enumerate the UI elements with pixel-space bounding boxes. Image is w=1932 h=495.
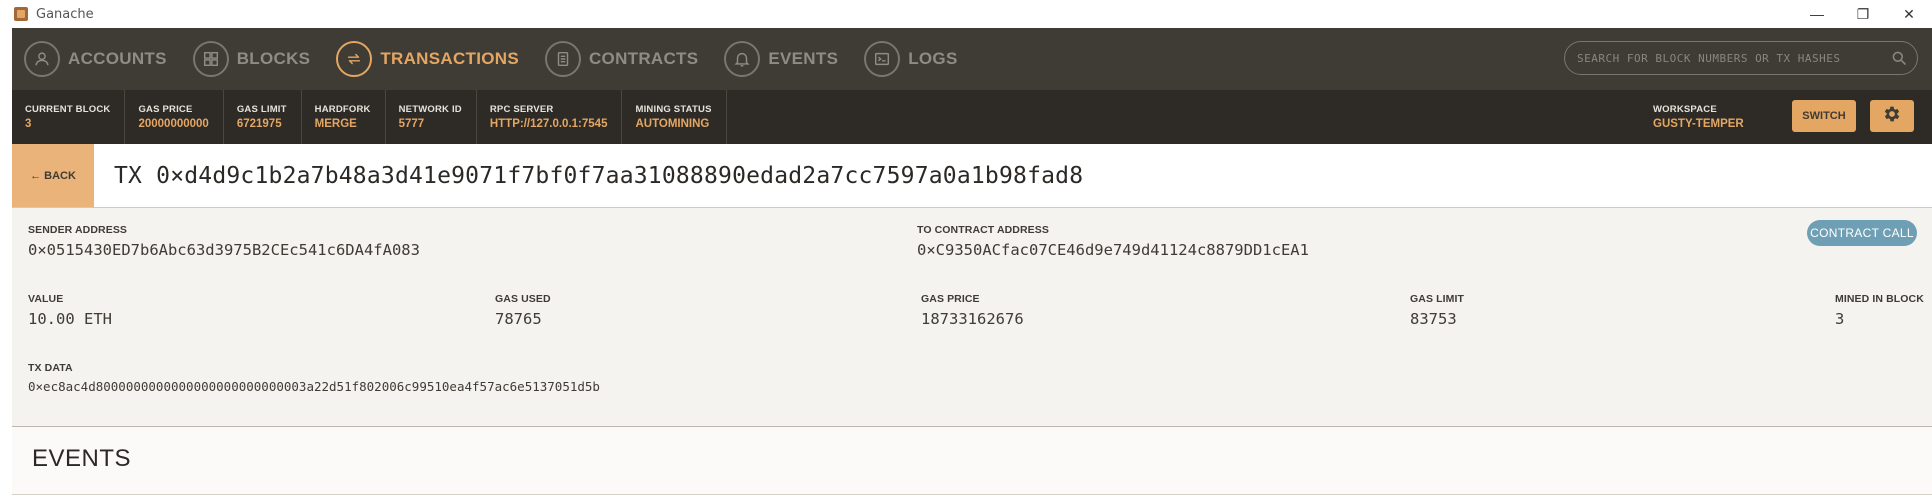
- stat-label: NETWORK ID: [398, 104, 462, 115]
- nav-accounts[interactable]: ACCOUNTS: [12, 28, 181, 90]
- window-controls: — ❐ ✕: [1794, 0, 1932, 28]
- stat-label: HARDFORK: [314, 104, 371, 115]
- field-value: 0×ec8ac4d8000000000000000000000000003a22…: [28, 379, 600, 394]
- bell-icon: [724, 41, 761, 77]
- field-value: 18733162676: [921, 310, 1024, 328]
- field-label: VALUE: [28, 293, 64, 305]
- search-icon[interactable]: [1891, 50, 1907, 66]
- switch-button[interactable]: SWITCH: [1792, 100, 1856, 132]
- restore-icon[interactable]: ❐: [1840, 0, 1886, 28]
- stats-bar: CURRENT BLOCK 3 GAS PRICE 20000000000 GA…: [12, 90, 1932, 144]
- stat-value: 3: [25, 118, 32, 130]
- stat-value: HTTP://127.0.0.1:7545: [489, 118, 608, 130]
- user-icon: [24, 41, 60, 77]
- tx-gas-used: GAS USED 78765: [495, 293, 551, 328]
- document-icon: [544, 41, 581, 77]
- window-titlebar: Ganache — ❐ ✕: [0, 0, 1932, 28]
- workspace-name: GUSTY-TEMPER: [1653, 118, 1744, 130]
- stat-label: GAS LIMIT: [236, 104, 287, 115]
- tx-header: ← BACK TX 0×d4d9c1b2a7b48a3d41e9071f7bf0…: [12, 144, 1932, 208]
- settings-button[interactable]: [1870, 100, 1914, 132]
- field-value: 78765: [495, 310, 542, 328]
- field-label: GAS USED: [495, 293, 551, 305]
- stat-value: MERGE: [314, 118, 357, 130]
- nav-events-label: EVENTS: [768, 49, 839, 68]
- nav-transactions[interactable]: TRANSACTIONS: [324, 28, 533, 90]
- stat-value: 20000000000: [138, 118, 209, 130]
- tx-gas-price: GAS PRICE 18733162676: [921, 293, 1024, 328]
- nav-events[interactable]: EVENTS: [712, 28, 852, 90]
- ganache-logo-icon: [14, 7, 28, 21]
- to-contract-address: TO CONTRACT ADDRESS 0×C9350ACfac07CE46d9…: [917, 224, 1309, 259]
- stat-value: AUTOMINING: [635, 118, 710, 130]
- stat-label: CURRENT BLOCK: [25, 104, 111, 115]
- events-section: EVENTS: [12, 427, 1932, 495]
- tx-gas-limit: GAS LIMIT 83753: [1410, 293, 1464, 328]
- stat-network-id: NETWORK ID 5777: [386, 90, 477, 144]
- nav-logs[interactable]: LOGS: [852, 28, 971, 90]
- nav-contracts-label: CONTRACTS: [588, 49, 699, 68]
- window-title: Ganache: [36, 6, 94, 22]
- stat-rpc-server: RPC SERVER HTTP://127.0.0.1:7545: [477, 90, 623, 144]
- tx-mined-in-block: MINED IN BLOCK 3: [1835, 293, 1924, 328]
- stat-label: RPC SERVER: [489, 104, 554, 115]
- blocks-icon: [192, 41, 229, 77]
- field-value: 83753: [1410, 310, 1457, 328]
- tx-data: TX DATA 0×ec8ac4d80000000000000000000000…: [28, 362, 600, 394]
- top-nav: ACCOUNTS BLOCKS TRANSACTIONS CONTRACTS E…: [12, 28, 1932, 90]
- nav-accounts-label: ACCOUNTS: [68, 49, 167, 68]
- page-title: TX 0×d4d9c1b2a7b48a3d41e9071f7bf0f7aa310…: [114, 163, 1084, 189]
- events-heading: EVENTS: [32, 445, 132, 472]
- workspace-info: WORKSPACE GUSTY-TEMPER: [1653, 104, 1744, 130]
- nav-blocks[interactable]: BLOCKS: [181, 28, 325, 90]
- nav-contracts[interactable]: CONTRACTS: [533, 28, 712, 90]
- close-icon[interactable]: ✕: [1886, 0, 1932, 28]
- terminal-icon: [864, 41, 901, 77]
- stat-label: GAS PRICE: [138, 104, 193, 115]
- sender-address: SENDER ADDRESS 0×0515430ED7b6Abc63d3975B…: [28, 224, 420, 259]
- tx-value: VALUE 10.00 ETH: [28, 293, 112, 328]
- nav-transactions-label: TRANSACTIONS: [380, 49, 519, 68]
- field-value: 10.00 ETH: [28, 310, 112, 328]
- back-button[interactable]: ← BACK: [12, 144, 94, 207]
- search-input[interactable]: [1577, 51, 1891, 65]
- app-frame: ACCOUNTS BLOCKS TRANSACTIONS CONTRACTS E…: [12, 28, 1932, 495]
- field-label: MINED IN BLOCK: [1835, 293, 1924, 305]
- contract-call-badge: CONTRACT CALL: [1807, 220, 1917, 246]
- gear-icon: [1882, 104, 1902, 129]
- stat-value: 6721975: [236, 118, 282, 130]
- field-label: SENDER ADDRESS: [28, 224, 128, 236]
- field-label: TO CONTRACT ADDRESS: [917, 224, 1049, 236]
- stat-hardfork: HARDFORK MERGE: [302, 90, 386, 144]
- tx-details: SENDER ADDRESS 0×0515430ED7b6Abc63d3975B…: [12, 208, 1932, 427]
- stat-value: 5777: [398, 118, 425, 130]
- field-label: GAS LIMIT: [1410, 293, 1464, 305]
- minimize-icon[interactable]: —: [1794, 0, 1840, 28]
- workspace-label: WORKSPACE: [1653, 104, 1717, 115]
- field-label: GAS PRICE: [921, 293, 980, 305]
- field-label: TX DATA: [28, 362, 73, 374]
- stat-gas-price: GAS PRICE 20000000000: [125, 90, 224, 144]
- swap-icon: [336, 41, 373, 77]
- stat-current-block: CURRENT BLOCK 3: [12, 90, 126, 144]
- stat-mining-status: MINING STATUS AUTOMINING: [622, 90, 727, 144]
- field-value: 0×0515430ED7b6Abc63d3975B2CEc541c6DA4fA0…: [28, 241, 420, 259]
- field-value: 0×C9350ACfac07CE46d9e749d41124c8879DD1cE…: [917, 241, 1309, 259]
- nav-logs-label: LOGS: [908, 49, 958, 68]
- search-box: [1564, 41, 1918, 75]
- stat-gas-limit: GAS LIMIT 6721975: [224, 90, 302, 144]
- stat-label: MINING STATUS: [635, 104, 712, 115]
- nav-blocks-label: BLOCKS: [236, 49, 311, 68]
- field-value: 3: [1835, 310, 1845, 328]
